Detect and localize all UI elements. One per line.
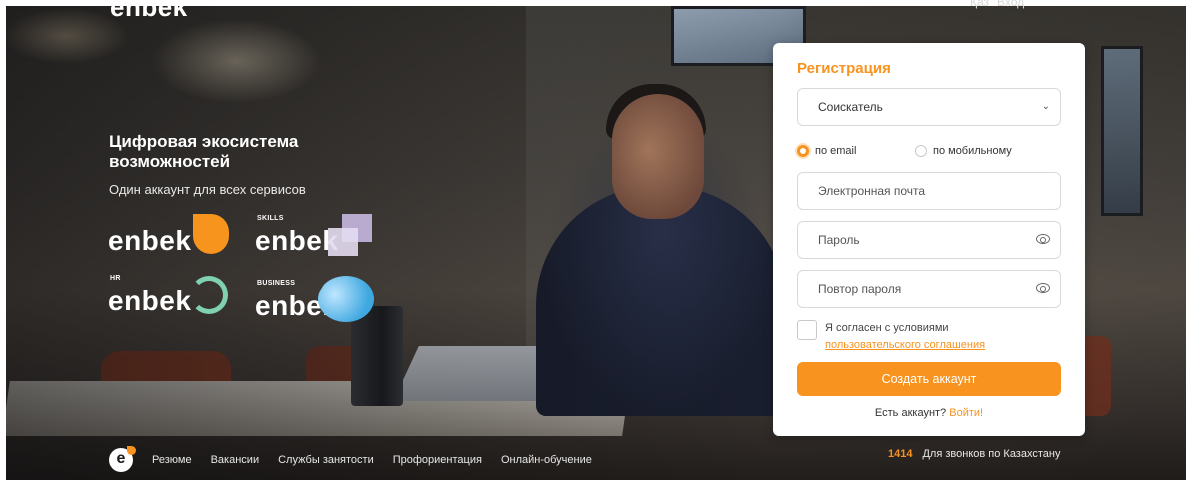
radio-unchecked-icon[interactable]	[915, 145, 927, 157]
password-field[interactable]: Пароль	[797, 221, 1061, 259]
agree-checkbox[interactable]	[797, 320, 817, 340]
password-repeat-placeholder: Повтор пароля	[818, 282, 902, 296]
brand-tag: HR	[110, 275, 121, 282]
registration-card: Регистрация Соискатель ⌄ по email по моб…	[773, 43, 1085, 436]
password-placeholder: Пароль	[818, 233, 860, 247]
agree-text: Я согласен с условиями пользовательского…	[825, 320, 985, 354]
have-account-text: Есть аккаунт?	[874, 407, 947, 419]
footer-logo-icon[interactable]: e	[109, 446, 136, 472]
radio-mobile-label: по мобильному	[933, 145, 1012, 157]
hero-headline: Цифровая экосистема возможностей	[109, 132, 299, 171]
footer-nav: e Резюме Вакансии Службы занятости Профо…	[109, 446, 592, 472]
skills-logo-mark-icon	[328, 214, 372, 256]
radio-mobile-option[interactable]: по мобильному	[915, 145, 1012, 157]
brand-skills[interactable]: SKILLS enbek	[255, 215, 339, 257]
agree-label: Я согласен с условиями	[825, 322, 949, 334]
top-logo[interactable]: enbek	[110, 0, 188, 20]
brand-tag: SKILLS	[257, 215, 284, 222]
brand-name: enbek	[255, 225, 339, 256]
brand-hr[interactable]: HR enbek	[108, 275, 192, 317]
footer-link-resume[interactable]: Резюме	[152, 454, 192, 466]
enbek-logo-mark-icon	[193, 214, 229, 254]
hotline-text: Для звонков по Казахстану	[922, 448, 1061, 460]
footer-link-vacancies[interactable]: Вакансии	[211, 454, 260, 466]
form-title: Регистрация	[797, 60, 891, 77]
chevron-down-icon: ⌄	[1041, 101, 1050, 112]
eye-icon[interactable]	[1036, 283, 1050, 293]
role-select[interactable]: Соискатель ⌄	[797, 88, 1061, 126]
footer-link-employment[interactable]: Службы занятости	[278, 454, 374, 466]
login-link[interactable]: Вход	[997, 0, 1024, 12]
email-field[interactable]: Электронная почта	[797, 172, 1061, 210]
password-repeat-field[interactable]: Повтор пароля	[797, 270, 1061, 308]
business-logo-mark-icon	[318, 276, 374, 322]
radio-email-option[interactable]: по email	[797, 145, 856, 157]
brand-enbek[interactable]: enbek	[108, 225, 191, 257]
hero-subline: Один аккаунт для всех сервисов	[109, 182, 306, 197]
have-account-row: Есть аккаунт? Войти!	[773, 407, 1085, 419]
role-select-value: Соискатель	[818, 100, 883, 114]
top-right-nav: Қаз Вход	[970, 0, 1024, 12]
radio-checked-icon[interactable]	[797, 145, 809, 157]
brand-name: enbek	[108, 225, 192, 256]
terms-link[interactable]: пользовательского соглашения	[825, 339, 985, 351]
language-switch[interactable]: Қаз	[970, 0, 989, 12]
email-placeholder: Электронная почта	[818, 184, 926, 198]
brand-name: enbek	[108, 285, 192, 316]
radio-email-label: по email	[815, 145, 857, 157]
brand-tag: BUSINESS	[257, 280, 296, 287]
hotline: 1414 Для звонков по Казахстану	[888, 448, 1060, 460]
create-account-button[interactable]: Создать аккаунт	[797, 362, 1061, 396]
hotline-number[interactable]: 1414	[888, 448, 912, 460]
login-link[interactable]: Войти!	[949, 407, 983, 419]
footer-link-online[interactable]: Онлайн-обучение	[501, 454, 592, 466]
eye-icon[interactable]	[1036, 234, 1050, 244]
hr-logo-mark-icon	[190, 276, 228, 314]
footer-link-career[interactable]: Профориентация	[393, 454, 482, 466]
